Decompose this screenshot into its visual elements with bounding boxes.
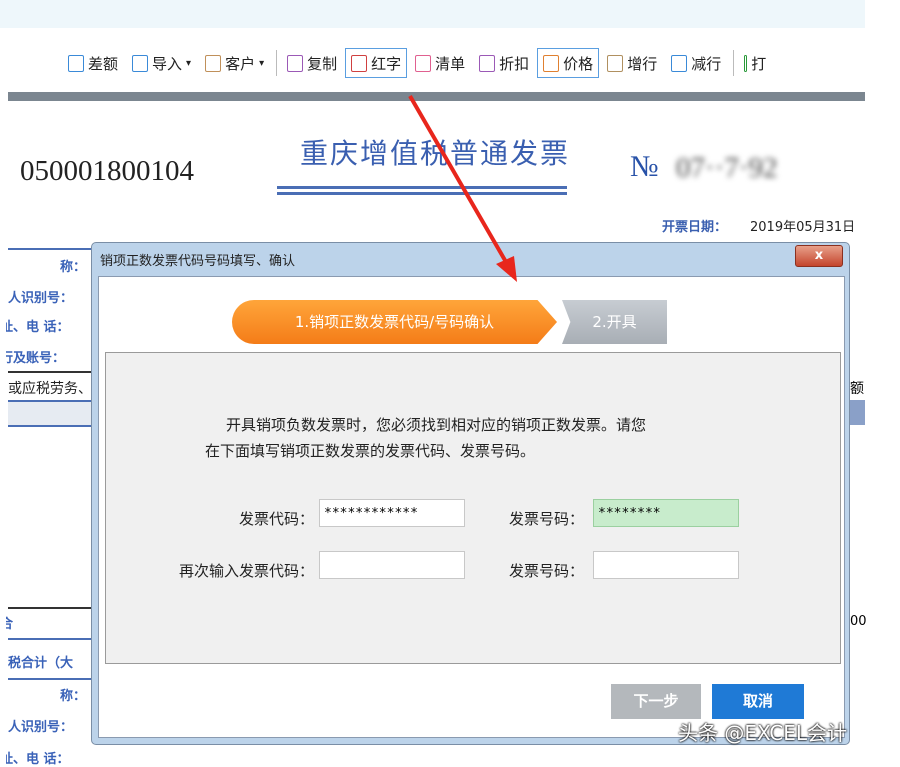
red-arrow-annotation [0, 0, 900, 762]
watermark: 头条 @EXCEL会计 [678, 717, 847, 746]
